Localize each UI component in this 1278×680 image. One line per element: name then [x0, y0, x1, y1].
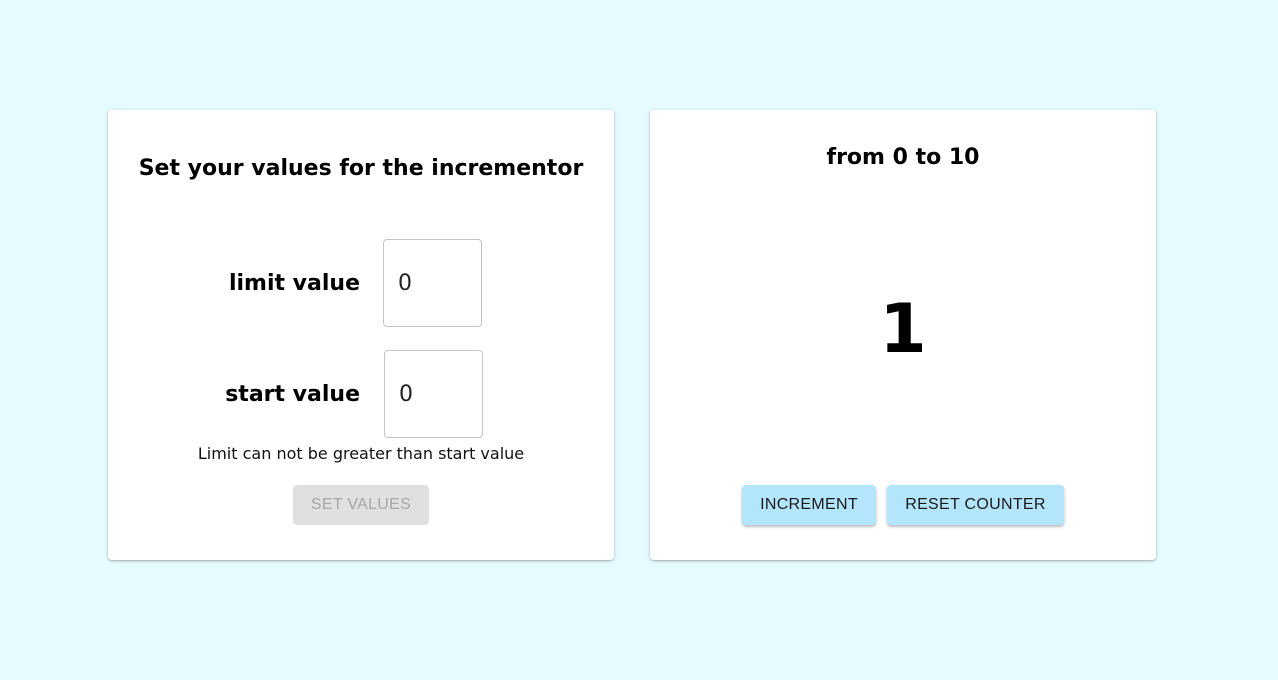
counter-card: from 0 to 10 1 INCREMENT RESET COUNTER [650, 110, 1156, 560]
start-value-label: start value [225, 382, 360, 407]
set-values-button[interactable]: SET VALUES [293, 485, 429, 525]
counter-value-display: 1 [879, 290, 927, 369]
settings-card: Set your values for the incrementor limi… [108, 110, 614, 560]
validation-error-message: Limit can not be greater than start valu… [197, 444, 525, 463]
reset-counter-button[interactable]: RESET COUNTER [887, 485, 1064, 525]
counter-range-title: from 0 to 10 [826, 145, 980, 170]
increment-button[interactable]: INCREMENT [742, 485, 876, 525]
limit-value-label: limit value [228, 271, 360, 296]
settings-title: Set your values for the incrementor [138, 156, 584, 181]
start-value-input[interactable] [384, 350, 483, 438]
limit-value-input[interactable] [383, 239, 482, 327]
